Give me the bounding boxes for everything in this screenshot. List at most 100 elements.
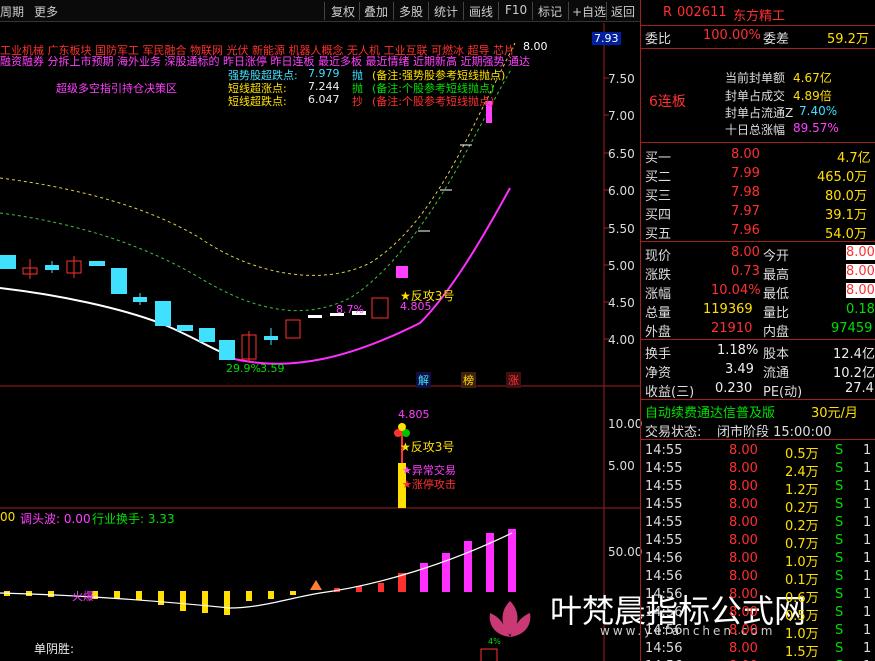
tick-time: 14:55 (645, 479, 683, 494)
tick-row: 14:55 8.00 0.2万 S 1 (641, 514, 875, 534)
f10-button[interactable]: F10 (505, 3, 527, 17)
toolbar: 周期 更多 复权 叠加 多股 统计 画线 F10 标记 +自选 返回 (0, 0, 640, 22)
overlay-button[interactable]: 叠加 (364, 3, 388, 20)
tick-price: 8.00 (729, 443, 758, 458)
stat-value: 8.00 (846, 245, 875, 260)
tick-n: 1 (863, 479, 872, 494)
stat-label: PE(动) (763, 385, 803, 400)
stat-label: 涨幅 (645, 287, 672, 302)
info-value: 7.244 (308, 80, 340, 93)
low-price: 3.59 (260, 362, 285, 375)
tick-price: 8.00 (729, 497, 758, 512)
r-icon: R (663, 5, 673, 20)
tick-side: S (835, 461, 844, 476)
stat-value: 27.4 (845, 381, 874, 396)
stat-value: 10.2亿 (833, 366, 875, 381)
bid-vol: 39.1万 (825, 208, 867, 223)
y-tick: 6.50 (608, 147, 635, 161)
add-favorite-button[interactable]: +自选 (572, 3, 606, 20)
seal-deal-label: 封单占成交 (725, 89, 786, 103)
bid-price: 7.98 (731, 185, 760, 200)
seal-amount: 4.67亿 (793, 71, 832, 85)
stat-label: 外盘 (645, 325, 672, 340)
webi-label: 委比 (645, 32, 672, 47)
marker-jie[interactable]: 解 (416, 372, 431, 388)
tick-side: S (835, 443, 844, 458)
single-yin-label: 单阴胜: (34, 642, 75, 656)
mark-button[interactable]: 标记 (538, 3, 562, 20)
y-tick: 7.00 (608, 109, 635, 123)
strategy-label: 超级多空指引持仓决策区 (56, 82, 177, 95)
bid-price: 7.99 (731, 166, 760, 181)
tick-time: 14:55 (645, 443, 683, 458)
sub2-label1: 00 (0, 510, 16, 524)
tick-side: S (835, 623, 844, 638)
app: 周期 更多 复权 叠加 多股 统计 画线 F10 标记 +自选 返回 7.50 … (0, 0, 875, 661)
stat-label: 收益(三) (645, 385, 695, 400)
ten-day: 89.57% (793, 121, 839, 135)
fuquan-button[interactable]: 复权 (331, 3, 355, 20)
weicha-label: 委差 (763, 32, 790, 47)
tick-time: 14:55 (645, 461, 683, 476)
tick-row: 14:55 8.00 0.7万 S 1 (641, 532, 875, 552)
stat-label: 今开 (763, 249, 790, 264)
stat-label: 流通 (763, 366, 790, 381)
period-button[interactable]: 周期 (0, 3, 24, 20)
sub1-tick: 10.00 (608, 417, 643, 431)
tick-row: 14:55 8.00 0.2万 S 1 (641, 496, 875, 516)
stat-value: 119369 (703, 302, 753, 317)
tick-side: S (835, 533, 844, 548)
seal-amount-label: 当前封单额 (725, 71, 786, 85)
tick-side: S (835, 587, 844, 602)
y-tick: 4.00 (608, 333, 635, 347)
tick-row: 14:55 8.00 2.4万 S 1 (641, 460, 875, 480)
tick-n: 1 (863, 551, 872, 566)
tick-side: S (835, 641, 844, 656)
kline-chart[interactable] (0, 23, 640, 661)
multi-stock-button[interactable]: 多股 (399, 3, 423, 20)
tick-row: 14:56 8.00 0.6万 S 1 (641, 586, 875, 606)
tick-side: S (835, 569, 844, 584)
tick-n: 1 (863, 533, 872, 548)
tick-time: 14:55 (645, 497, 683, 512)
tick-n: 1 (863, 623, 872, 638)
stat-value: 1.18% (717, 343, 759, 358)
promo-price[interactable]: 30元/月 (811, 402, 858, 421)
webi-value: 100.00% (703, 28, 761, 43)
ten-day-label: 十日总涨幅 (725, 123, 786, 137)
back-button[interactable]: 返回 (611, 3, 635, 20)
tick-price: 8.00 (729, 515, 758, 530)
info-action: 抄 (352, 95, 363, 108)
stock-name: 东方精工 (733, 9, 786, 24)
tick-side: S (835, 479, 844, 494)
tick-row: 14:56 8.00 0.1万 S 1 (641, 568, 875, 588)
stats-button[interactable]: 统计 (434, 3, 458, 20)
tick-time: 14:56 (645, 605, 683, 620)
stock-code: 002611 (677, 5, 727, 20)
sub2-label2: 调头波: 0.00 (20, 512, 91, 526)
tick-side: S (835, 515, 844, 530)
tick-time: 14:56 (645, 623, 683, 638)
tick-price: 8.00 (729, 533, 758, 548)
more-button[interactable]: 更多 (34, 3, 58, 20)
promo-link[interactable]: 自动续费通达信普及版 (645, 402, 775, 421)
y-tick: 4.50 (608, 296, 635, 310)
marker-zhang[interactable]: 涨 (506, 372, 521, 388)
stat-label: 股本 (763, 347, 790, 362)
info-note: (备注:个股参考短线抛点) (372, 95, 495, 108)
seal-float: 7.40% (799, 104, 838, 118)
tick-price: 8.00 (729, 623, 758, 638)
bid-vol: 465.0万 (817, 170, 868, 185)
draw-line-button[interactable]: 画线 (469, 3, 493, 20)
info-label: 短线超跌点: (228, 95, 287, 108)
bid-vol: 80.0万 (825, 189, 867, 204)
bid-label: 买五 (645, 227, 672, 242)
y-tick: 6.00 (608, 184, 635, 198)
marker-bang[interactable]: 榜 (461, 372, 476, 388)
stat-value: 97459 (831, 321, 873, 336)
tick-side: S (835, 605, 844, 620)
stat-value: 12.4亿 (833, 347, 875, 362)
stat-label: 换手 (645, 347, 672, 362)
trade-status-label: 交易状态: (645, 425, 702, 440)
tick-price: 8.00 (729, 605, 758, 620)
